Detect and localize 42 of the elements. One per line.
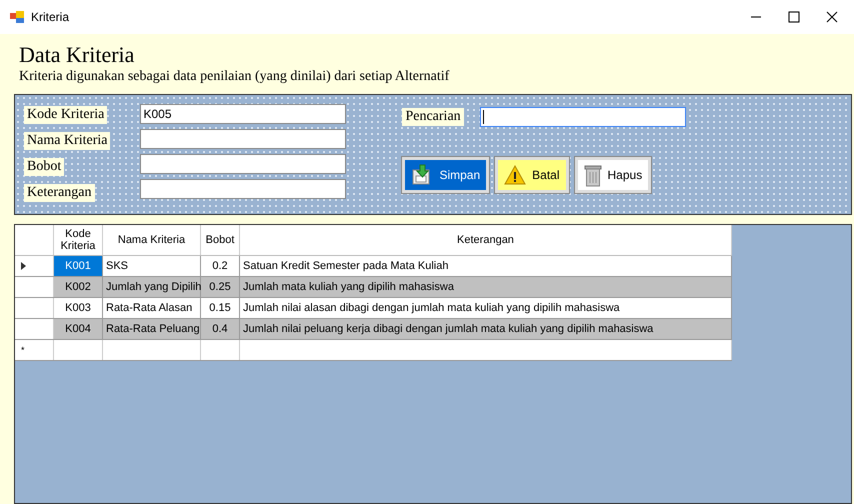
save-button[interactable]: Simpan [402, 157, 490, 193]
text-field[interactable] [140, 179, 346, 199]
column-header[interactable]: Kode Kriteria [54, 225, 103, 255]
table-cell: Jumlah nilai alasan dibagi dengan jumlah mata kuliah yang dipilih mahasiswa [240, 298, 732, 318]
close-icon[interactable] [826, 11, 838, 23]
new-row-marker: * [21, 346, 25, 354]
field-label: Keterangan [24, 184, 95, 202]
text-field[interactable] [140, 129, 346, 149]
table-cell: K004 [54, 319, 103, 339]
text-field[interactable]: K005 [140, 104, 346, 124]
maximize-icon[interactable] [788, 11, 800, 23]
delete-button[interactable]: Hapus [574, 157, 652, 193]
warning-icon [504, 165, 526, 185]
table-cell: Rata-Rata Peluang [103, 319, 201, 339]
window-title: Kriteria [31, 9, 70, 26]
field-label: Kode Kriteria [24, 106, 108, 124]
column-header[interactable]: Nama Kriteria [103, 225, 201, 255]
app-icon [10, 11, 24, 23]
table-cell: 0.4 [201, 319, 240, 339]
search-label: Pencarian [402, 108, 464, 126]
table-cell: 0.2 [201, 256, 240, 276]
table-cell: Jumlah mata kuliah yang dipilih mahasiswa [240, 277, 732, 297]
column-header[interactable]: Bobot [201, 225, 240, 255]
field-label: Bobot [24, 158, 64, 176]
table-cell: 0.25 [201, 277, 240, 297]
table-cell: Jumlah nilai peluang kerja dibagi dengan jumlah mata kuliah yang dipilih mahasiswa [240, 319, 732, 339]
table-cell: K002 [54, 277, 103, 297]
table-cell: Rata-Rata Alasan [103, 298, 201, 318]
table-cell: K003 [54, 298, 103, 318]
trash-can-icon [584, 163, 602, 187]
text-field[interactable] [140, 154, 346, 174]
table-cell: SKS [103, 256, 201, 276]
table-cell: Satuan Kredit Semester pada Mata Kuliah [240, 256, 732, 276]
search-field[interactable] [480, 107, 686, 127]
cancel-button[interactable]: Batal [495, 157, 569, 193]
column-header[interactable]: Keterangan [240, 225, 732, 255]
table-cell: K001 [54, 256, 103, 276]
page-subtitle: Kriteria digunakan sebagai data penilaian (yang dinilai) dari setiap Alternatif [19, 68, 450, 86]
table-cell: Jumlah yang Dipilih [103, 277, 201, 297]
field-label: Nama Kriteria [24, 132, 110, 150]
table-cell: 0.15 [201, 298, 240, 318]
page-title: Data Kriteria [19, 43, 136, 67]
